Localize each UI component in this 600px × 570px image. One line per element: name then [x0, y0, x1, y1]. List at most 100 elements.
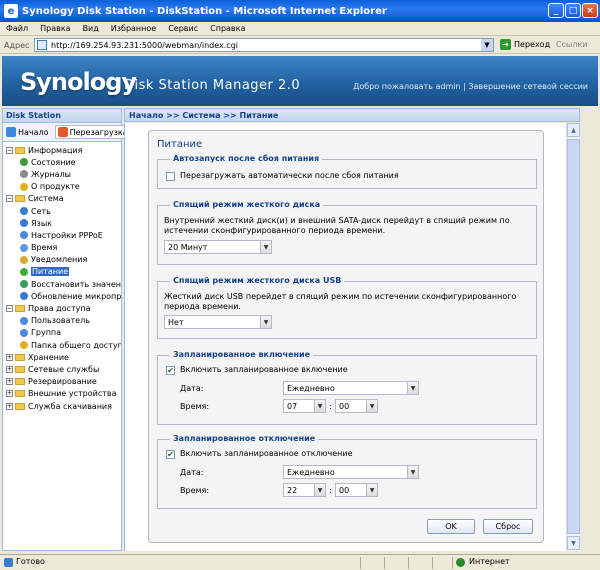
- tree-item[interactable]: Группа: [3, 327, 121, 339]
- expand-icon[interactable]: +: [6, 365, 13, 373]
- tree-label: Хранение: [28, 352, 69, 362]
- power-off-minute-select[interactable]: 00 ▼: [335, 483, 378, 497]
- collapse-icon[interactable]: −: [6, 195, 13, 203]
- chevron-down-icon[interactable]: ▼: [314, 484, 325, 496]
- usb-sleep-value: Нет: [168, 317, 184, 327]
- menu-view[interactable]: Вид: [83, 24, 99, 33]
- chevron-down-icon[interactable]: ▼: [481, 39, 493, 51]
- tree-item[interactable]: Пользователь: [3, 315, 121, 327]
- power-off-date-select[interactable]: Ежедневно ▼: [283, 465, 419, 479]
- menu-tools[interactable]: Сервис: [168, 24, 198, 33]
- tree-item-icon: [20, 292, 28, 301]
- maximize-icon[interactable]: □: [565, 3, 581, 18]
- tree-item[interactable]: Время: [3, 242, 121, 254]
- menu-help[interactable]: Справка: [210, 24, 245, 33]
- tree-item[interactable]: Восстановить значения: [3, 278, 121, 290]
- usb-sleep-legend: Спящий режим жесткого диска USB: [170, 276, 345, 285]
- tree-item[interactable]: Сеть: [3, 205, 121, 217]
- collapse-icon[interactable]: −: [6, 146, 13, 154]
- go-button[interactable]: ➔ Переход: [500, 39, 550, 50]
- tree-item[interactable]: Питание: [3, 266, 121, 278]
- status-text: Готово: [16, 557, 45, 566]
- tree-folder[interactable]: − Система: [3, 193, 121, 205]
- scroll-up-icon[interactable]: ▲: [567, 123, 580, 137]
- address-bar: Адрес http://169.254.93.231:5000/webman/…: [0, 37, 600, 54]
- tree-item[interactable]: Состояние: [3, 156, 121, 168]
- expand-icon[interactable]: +: [6, 390, 13, 398]
- tree-label: Питание: [31, 267, 70, 277]
- expand-icon[interactable]: +: [6, 378, 13, 386]
- product-name: Disk Station Manager 2.0: [124, 78, 301, 93]
- tree-item[interactable]: Папка общего доступа: [3, 339, 121, 351]
- tree-folder[interactable]: + Резервирование: [3, 376, 121, 388]
- tree-folder[interactable]: + Хранение: [3, 351, 121, 363]
- menu-file[interactable]: Файл: [6, 24, 28, 33]
- power-on-date-select[interactable]: Ежедневно ▼: [283, 381, 419, 395]
- tree-label: Журналы: [31, 169, 71, 179]
- tree-folder[interactable]: + Служба скачивания: [3, 400, 121, 412]
- links-button[interactable]: Ссылки: [556, 40, 587, 49]
- power-off-checkbox[interactable]: ✔: [166, 450, 175, 459]
- chevron-down-icon[interactable]: ▼: [366, 484, 377, 496]
- chevron-down-icon[interactable]: ▼: [407, 382, 418, 394]
- chevron-down-icon[interactable]: ▼: [314, 400, 325, 412]
- tree-label: Пользователь: [31, 316, 90, 326]
- chevron-down-icon[interactable]: ▼: [366, 400, 377, 412]
- power-on-hour-select[interactable]: 07 ▼: [283, 399, 326, 413]
- chevron-down-icon[interactable]: ▼: [260, 316, 271, 328]
- menu-favorites[interactable]: Избранное: [111, 24, 156, 33]
- collapse-icon[interactable]: −: [6, 305, 13, 313]
- power-off-hour-select[interactable]: 22 ▼: [283, 483, 326, 497]
- autostart-fieldset: Автозапуск после сбоя питания Перезагруж…: [157, 154, 537, 189]
- tree-label: Сетевые службы: [28, 364, 100, 374]
- tree-folder[interactable]: + Сетевые службы: [3, 363, 121, 375]
- tree-item[interactable]: Уведомления: [3, 254, 121, 266]
- chevron-down-icon[interactable]: ▼: [260, 241, 271, 253]
- tree-item-icon: [20, 267, 28, 276]
- power-on-minute-select[interactable]: 00 ▼: [335, 399, 378, 413]
- tree-item-icon: [20, 182, 28, 191]
- minimize-icon[interactable]: _: [548, 3, 564, 18]
- scroll-thumb[interactable]: [567, 139, 580, 534]
- scroll-down-icon[interactable]: ▼: [567, 536, 580, 550]
- chevron-down-icon[interactable]: ▼: [407, 466, 418, 478]
- tree-label: Группа: [31, 328, 62, 338]
- expand-icon[interactable]: +: [6, 402, 13, 410]
- synology-logo: Synology: [20, 68, 137, 96]
- close-icon[interactable]: ×: [582, 3, 598, 18]
- home-button[interactable]: Начало: [6, 127, 49, 137]
- tree-folder[interactable]: − Информация: [3, 144, 121, 156]
- navigation-panel: Disk Station Начало Перезагрузка ▼ − Инфо…: [2, 108, 137, 551]
- power-off-checkbox-label: Включить запланированное отключение: [180, 449, 353, 458]
- address-input[interactable]: http://169.254.93.231:5000/webman/index.…: [34, 38, 494, 52]
- tree-folder[interactable]: − Права доступа: [3, 302, 121, 314]
- tree-item[interactable]: Язык: [3, 217, 121, 229]
- hdd-sleep-value: 20 Минут: [168, 242, 208, 252]
- power-off-minute-value: 00: [339, 485, 350, 495]
- hdd-sleep-description: Внутренний жесткий диск(и) и внешний SAT…: [164, 216, 510, 235]
- tree-item[interactable]: Журналы: [3, 168, 121, 180]
- autostart-checkbox[interactable]: [166, 172, 175, 181]
- tree-label: Настройки PPPoE: [31, 230, 103, 240]
- vertical-scrollbar[interactable]: ▲ ▼: [566, 123, 580, 551]
- tree-folder[interactable]: + Внешние устройства: [3, 388, 121, 400]
- tree-item[interactable]: О продукте: [3, 181, 121, 193]
- tree-item[interactable]: Настройки PPPoE: [3, 229, 121, 241]
- tree-item[interactable]: Обновление микропрограммы: [3, 290, 121, 302]
- tree-item-icon: [20, 231, 28, 240]
- reset-button[interactable]: Сброс: [483, 519, 533, 534]
- ok-button[interactable]: OK: [427, 519, 475, 534]
- tree-label: Права доступа: [28, 304, 91, 314]
- window-title-bar[interactable]: e Synology Disk Station - DiskStation - …: [0, 0, 600, 22]
- nav-tree: − Информация Состояние Журналы О продукте − Си…: [3, 142, 121, 412]
- welcome-logout-link[interactable]: Добро пожаловать admin | Завершение сете…: [353, 82, 588, 91]
- hdd-sleep-select[interactable]: 20 Минут ▼: [164, 240, 272, 254]
- menu-edit[interactable]: Правка: [40, 24, 70, 33]
- power-on-hour-value: 07: [287, 401, 298, 411]
- power-on-checkbox[interactable]: ✔: [166, 366, 175, 375]
- power-on-time-label: Время:: [180, 402, 210, 411]
- folder-icon: [15, 305, 25, 313]
- expand-icon[interactable]: +: [6, 353, 13, 361]
- usb-sleep-select[interactable]: Нет ▼: [164, 315, 272, 329]
- go-arrow-icon: ➔: [500, 39, 511, 50]
